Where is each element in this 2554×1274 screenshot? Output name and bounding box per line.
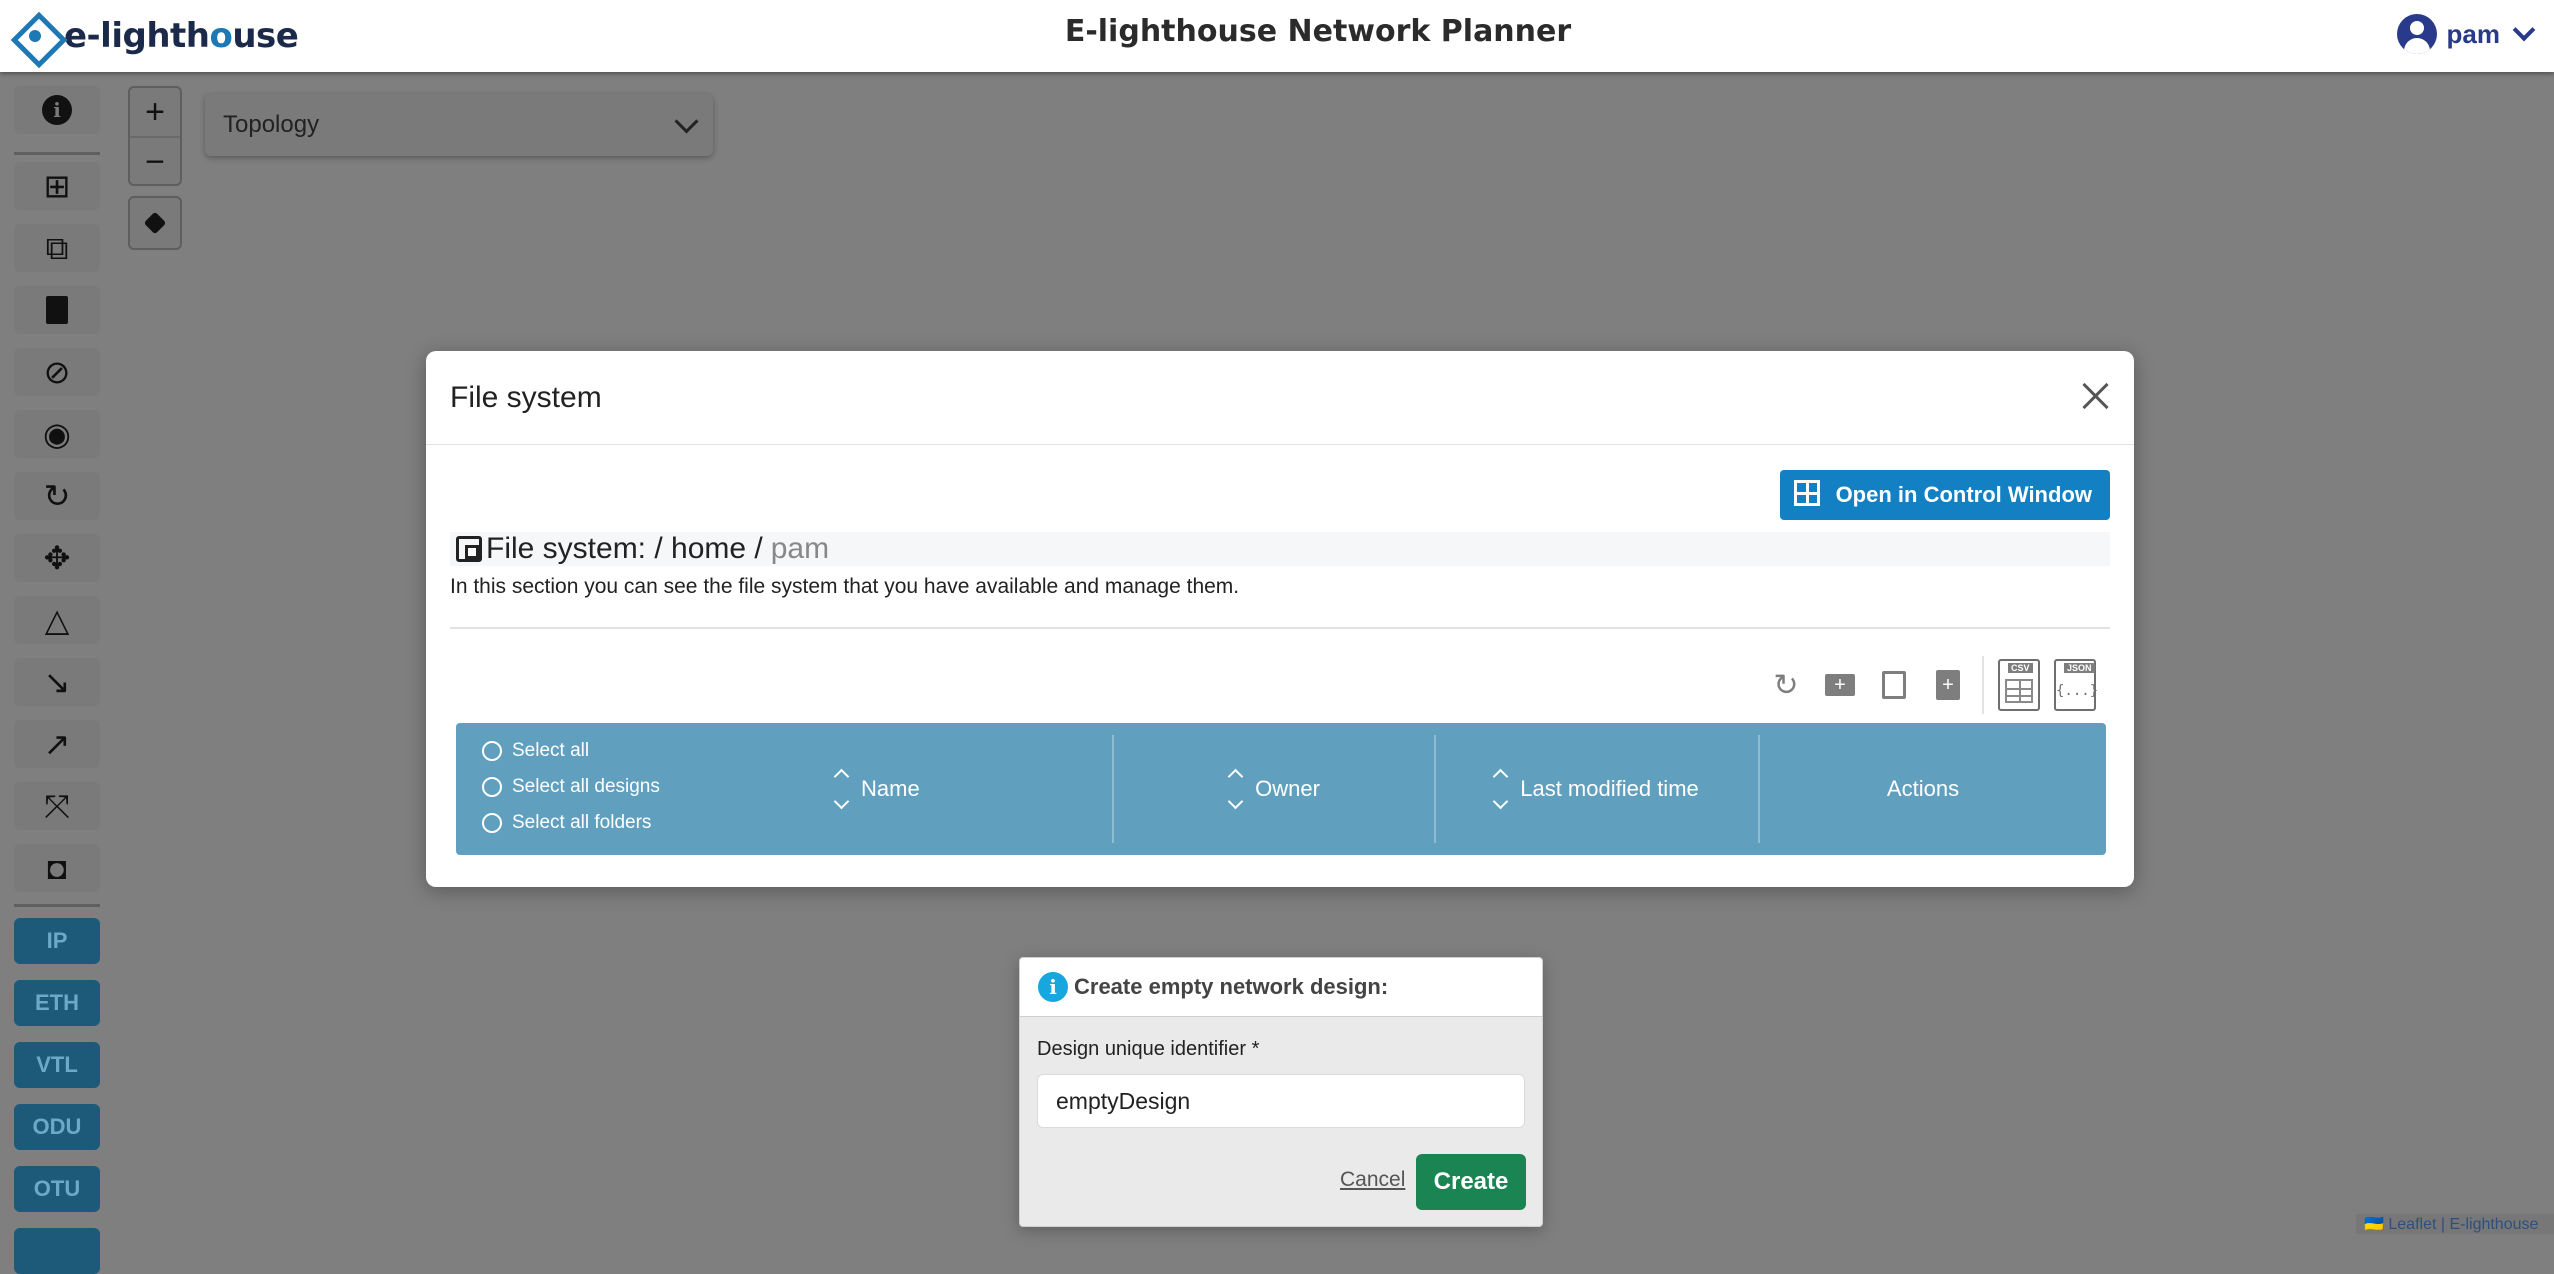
radio-icon bbox=[482, 777, 502, 797]
layer-tag-odu[interactable]: ODU bbox=[14, 1104, 100, 1150]
layer-tag-eth[interactable]: ETH bbox=[14, 980, 100, 1026]
column-last-modified[interactable]: Last modified time bbox=[1436, 735, 1758, 843]
layer-tag-more[interactable] bbox=[14, 1228, 100, 1274]
design-id-label: Design unique identifier * bbox=[1037, 1038, 1260, 1060]
dialog-header: i Create empty network design: bbox=[1020, 958, 1542, 1017]
file-table-header: Select all Select all designs Select all… bbox=[456, 723, 2106, 855]
modal-description: In this section you can see the file sys… bbox=[450, 575, 1240, 598]
new-note-icon[interactable] bbox=[1874, 665, 1914, 705]
new-folder-icon[interactable]: + bbox=[1820, 665, 1860, 705]
toolbar-divider bbox=[1982, 656, 1984, 714]
trend-down-icon: ↘ bbox=[43, 664, 71, 700]
new-file-icon[interactable]: + bbox=[1928, 665, 1968, 705]
modal-header: File system bbox=[426, 351, 2134, 445]
radio-icon bbox=[482, 813, 502, 833]
layer-tag-ip[interactable]: IP bbox=[14, 918, 100, 964]
chevron-down-icon bbox=[2512, 18, 2536, 42]
collapse-button[interactable]: ⤧ bbox=[14, 782, 100, 830]
zoom-out-button[interactable]: − bbox=[130, 138, 180, 186]
zoom-in-button[interactable]: + bbox=[130, 88, 180, 138]
dialog-title: Create empty network design: bbox=[1074, 974, 1389, 999]
close-icon[interactable] bbox=[2078, 379, 2112, 413]
divider bbox=[450, 627, 2110, 629]
zoom-control: + − bbox=[128, 86, 182, 186]
export-csv-icon[interactable]: CSV bbox=[1998, 659, 2040, 711]
trend-up-button[interactable]: ↗ bbox=[14, 720, 100, 768]
camera-icon: ◘ bbox=[47, 850, 67, 886]
layout-button[interactable]: ⊞ bbox=[14, 162, 100, 210]
column-owner[interactable]: Owner bbox=[1114, 735, 1436, 843]
layers-icon: ⧉ bbox=[45, 230, 69, 266]
select-all-radio[interactable]: Select all bbox=[482, 733, 660, 769]
polygon-icon bbox=[143, 211, 167, 235]
left-sidebar: i ⊞ ⧉ ⊘ ◉ ↻ ✥ △ ↘ ↗ ⤧ ◘ IP ETH VTL ODU O… bbox=[0, 72, 112, 1274]
export-json-icon[interactable]: JSON {...} bbox=[2054, 659, 2098, 711]
info-button[interactable]: i bbox=[14, 86, 100, 134]
user-name: pam bbox=[2446, 18, 2500, 49]
breadcrumb-path[interactable]: File system: / home / bbox=[486, 532, 763, 566]
refresh-icon: ↻ bbox=[43, 478, 71, 514]
book-button[interactable] bbox=[14, 286, 100, 334]
info-icon: i bbox=[1038, 972, 1068, 1002]
refresh-button[interactable]: ↻ bbox=[14, 472, 100, 520]
cancel-button[interactable]: Cancel bbox=[1340, 1168, 1405, 1192]
select-all-folders-radio[interactable]: Select all folders bbox=[482, 805, 660, 841]
hide-layers-button[interactable]: ⊘ bbox=[14, 348, 100, 396]
sort-icon bbox=[1227, 768, 1244, 810]
topology-select[interactable]: Topology bbox=[205, 94, 713, 156]
network-icon: ✥ bbox=[43, 540, 71, 576]
trend-up-icon: ↗ bbox=[43, 726, 71, 762]
user-avatar-icon bbox=[2396, 14, 2437, 54]
trend-down-button[interactable]: ↘ bbox=[14, 658, 100, 706]
info-icon: i bbox=[42, 95, 72, 125]
column-actions: Actions bbox=[1886, 776, 1960, 801]
user-menu[interactable]: pam bbox=[2396, 14, 2536, 54]
sidebar-divider bbox=[14, 904, 100, 907]
hide-layers-icon: ⊘ bbox=[43, 354, 71, 390]
design-id-input[interactable] bbox=[1037, 1074, 1525, 1128]
column-name[interactable]: Name bbox=[833, 735, 1116, 843]
network-button[interactable]: ✥ bbox=[14, 534, 100, 582]
layers-button[interactable]: ⧉ bbox=[14, 224, 100, 272]
snapshot-button[interactable]: ◘ bbox=[14, 844, 100, 892]
file-system-modal: File system Open in Control Window File … bbox=[426, 351, 2134, 887]
top-bar: e-lighthouse E-lighthouse Network Planne… bbox=[0, 0, 2554, 72]
chevron-down-icon bbox=[674, 108, 699, 134]
visibility-button[interactable]: ◉ bbox=[14, 410, 100, 458]
eye-icon: ◉ bbox=[43, 416, 71, 452]
modal-title: File system bbox=[450, 381, 602, 414]
file-toolbar: ↻ + + CSV JSON {...} bbox=[1766, 656, 2110, 714]
select-all-designs-radio[interactable]: Select all designs bbox=[482, 769, 660, 805]
layer-tag-otu[interactable]: OTU bbox=[14, 1166, 100, 1212]
create-design-dialog: i Create empty network design: Design un… bbox=[1019, 957, 1543, 1227]
book-icon bbox=[46, 296, 68, 324]
collapse-icon: ⤧ bbox=[44, 788, 70, 824]
sort-icon bbox=[833, 768, 850, 810]
draw-polygon-button[interactable] bbox=[128, 196, 182, 250]
layer-tag-vtl[interactable]: VTL bbox=[14, 1042, 100, 1088]
create-button[interactable]: Create bbox=[1416, 1154, 1526, 1210]
file-system-icon bbox=[456, 536, 482, 562]
breadcrumb-current: pam bbox=[770, 532, 830, 565]
map-attribution[interactable]: 🇺🇦 Leaflet | E-lighthouse bbox=[2356, 1214, 2554, 1234]
triangle-icon: △ bbox=[44, 602, 70, 638]
selection-options: Select all Select all designs Select all… bbox=[482, 733, 660, 841]
topology-label: Topology bbox=[223, 111, 320, 138]
breadcrumb: File system: / home / pam bbox=[450, 532, 2110, 566]
sort-icon bbox=[1492, 768, 1509, 810]
open-control-window-button[interactable]: Open in Control Window bbox=[1779, 470, 2110, 520]
app-title: E-lighthouse Network Planner bbox=[1064, 14, 1572, 49]
sidebar-divider bbox=[14, 152, 100, 155]
window-grid-icon bbox=[1793, 480, 1820, 506]
refresh-icon[interactable]: ↻ bbox=[1766, 665, 1806, 705]
triangle-button[interactable]: △ bbox=[14, 596, 100, 644]
radio-icon bbox=[482, 741, 502, 761]
layout-icon: ⊞ bbox=[43, 168, 71, 204]
